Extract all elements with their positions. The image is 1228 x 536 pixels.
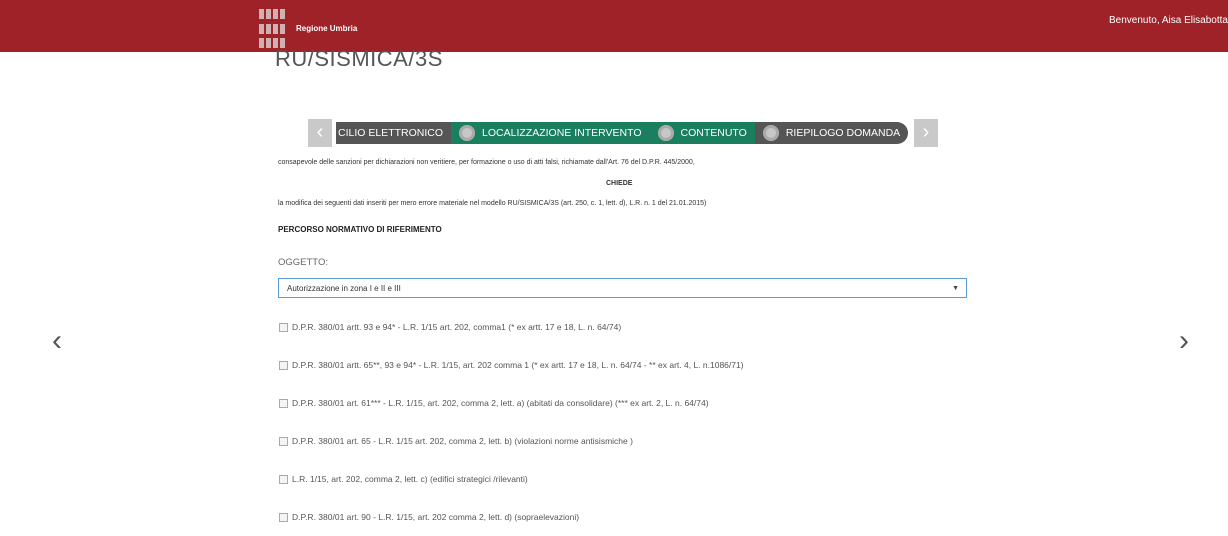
checkbox-item[interactable]: D.P.R. 380/01 artt. 65**, 93 e 94* - L.R… bbox=[279, 360, 744, 370]
checkbox-label: D.P.R. 380/01 art. 61*** - L.R. 1/15, ar… bbox=[292, 398, 709, 408]
wizard-next-button[interactable]: › bbox=[914, 119, 938, 147]
chevron-left-icon: ‹ bbox=[316, 121, 324, 143]
oggetto-select[interactable]: Autorizzazione in zona I e II e III ▼ bbox=[278, 278, 967, 298]
step-riepilogo[interactable]: RIEPILOGO DOMANDA bbox=[755, 122, 908, 144]
chiede-heading: CHIEDE bbox=[606, 180, 633, 187]
section-heading: PERCORSO NORMATIVO DI RIFERIMENTO bbox=[278, 225, 442, 234]
step-label: CONTENUTO bbox=[680, 127, 747, 139]
dropdown-caret-icon: ▼ bbox=[952, 285, 959, 292]
checkbox-label: D.P.R. 380/01 art. 90 - L.R. 1/15, art. … bbox=[292, 512, 580, 522]
carousel-prev-button[interactable]: ‹ bbox=[52, 326, 62, 356]
modification-text: la modifica dei seguenti dati inseriti p… bbox=[278, 200, 707, 207]
checkbox-item[interactable]: D.P.R. 380/01 artt. 93 e 94* - L.R. 1/15… bbox=[279, 322, 621, 332]
checkbox-label: D.P.R. 380/01 artt. 65**, 93 e 94* - L.R… bbox=[292, 360, 744, 370]
step-circle-icon bbox=[459, 125, 476, 141]
checkbox-item[interactable]: D.P.R. 380/01 art. 65 - L.R. 1/15 art. 2… bbox=[279, 436, 633, 446]
checkbox[interactable] bbox=[279, 398, 288, 408]
chevron-right-icon: › bbox=[922, 121, 930, 143]
carousel-next-button[interactable]: › bbox=[1179, 326, 1189, 356]
step-localizzazione[interactable]: LOCALIZZAZIONE INTERVENTO bbox=[451, 122, 650, 144]
checkbox[interactable] bbox=[279, 360, 288, 370]
oggetto-selected-value: Autorizzazione in zona I e II e III bbox=[287, 284, 401, 293]
checkbox[interactable] bbox=[279, 474, 288, 484]
step-label: CILIO ELETTRONICO bbox=[338, 127, 444, 139]
declaration-text: consapevole delle sanzioni per dichiaraz… bbox=[278, 159, 695, 166]
wizard-prev-button[interactable]: ‹ bbox=[308, 119, 332, 147]
chevron-left-icon: ‹ bbox=[52, 324, 62, 357]
wizard-steps: CILIO ELETTRONICO LOCALIZZAZIONE INTERVE… bbox=[336, 122, 908, 144]
checkbox-label: L.R. 1/15, art. 202, comma 2, lett. c) (… bbox=[292, 474, 528, 484]
checkbox[interactable] bbox=[279, 436, 288, 446]
step-contenuto[interactable]: CONTENUTO bbox=[649, 122, 755, 144]
checkbox-label: D.P.R. 380/01 artt. 93 e 94* - L.R. 1/15… bbox=[292, 322, 622, 332]
chevron-right-icon: › bbox=[1179, 324, 1189, 357]
checkbox[interactable] bbox=[279, 512, 288, 522]
checkbox-item[interactable]: D.P.R. 380/01 art. 61*** - L.R. 1/15, ar… bbox=[279, 398, 709, 408]
checkbox[interactable] bbox=[279, 322, 288, 332]
step-label: RIEPILOGO DOMANDA bbox=[785, 127, 901, 139]
step-circle-icon bbox=[657, 125, 674, 141]
checkbox-item[interactable]: D.P.R. 380/01 art. 90 - L.R. 1/15, art. … bbox=[279, 512, 579, 522]
oggetto-label: OGGETTO: bbox=[278, 257, 328, 268]
page-title: RU/SISMICA/3S bbox=[275, 46, 443, 71]
header-bar: Regione Umbria Benvenuto, Aisa Elisabott… bbox=[0, 0, 1228, 52]
step-domicilio[interactable]: CILIO ELETTRONICO bbox=[336, 122, 451, 144]
checkbox-item[interactable]: L.R. 1/15, art. 202, comma 2, lett. c) (… bbox=[279, 474, 528, 484]
checkbox-label: D.P.R. 380/01 art. 65 - L.R. 1/15 art. 2… bbox=[292, 436, 633, 446]
brand-name: Regione Umbria bbox=[296, 24, 358, 33]
step-label: LOCALIZZAZIONE INTERVENTO bbox=[482, 127, 642, 139]
regione-umbria-logo bbox=[259, 9, 287, 51]
step-circle-icon bbox=[762, 125, 779, 141]
welcome-user[interactable]: Benvenuto, Aisa Elisabotta bbox=[1109, 15, 1228, 26]
